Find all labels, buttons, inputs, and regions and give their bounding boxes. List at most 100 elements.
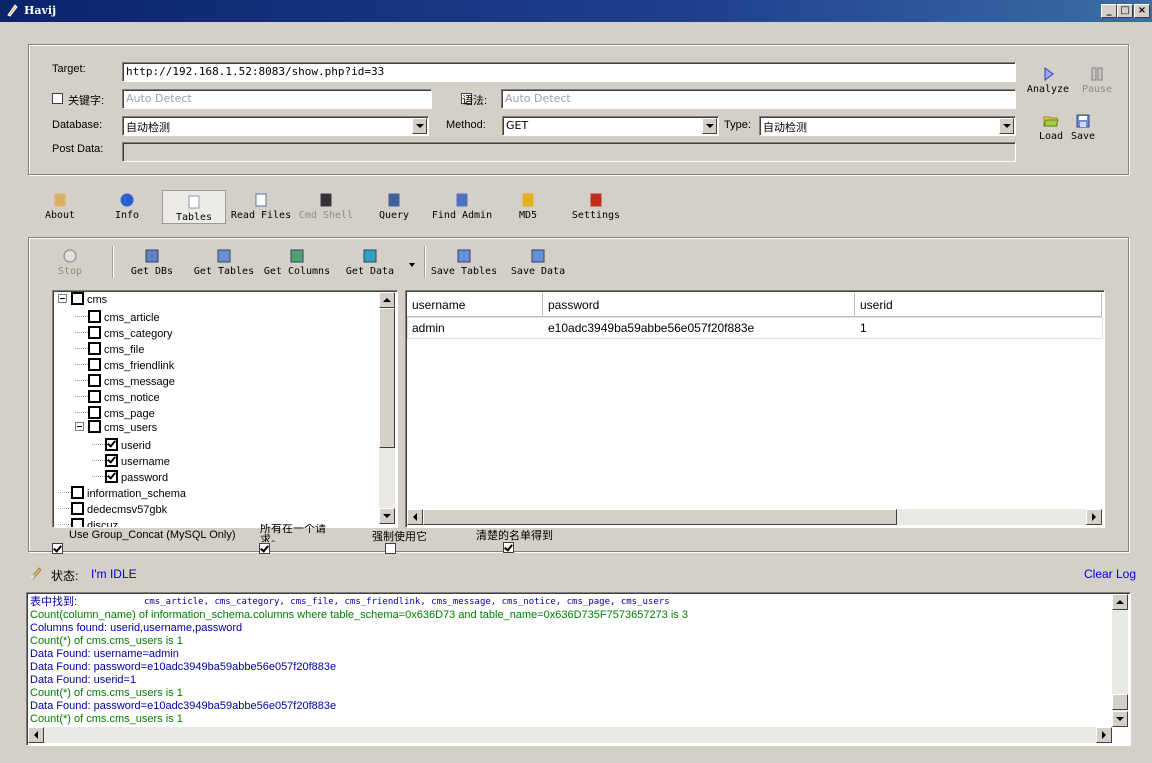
tree-checkbox[interactable] [88, 358, 101, 371]
tree-node[interactable]: cms [58, 292, 107, 308]
tree-node[interactable]: cms_file [75, 340, 144, 356]
tree-checkbox[interactable] [105, 438, 118, 451]
scroll-right-button[interactable] [1096, 727, 1112, 743]
analyze-button[interactable]: Analyze [1024, 66, 1072, 95]
log-vertical-scrollbar[interactable] [1112, 594, 1128, 727]
log-line: Columns found: userid,username,password [30, 622, 243, 634]
load-button[interactable]: Load [1036, 113, 1066, 142]
stop-button[interactable]: Stop [52, 248, 88, 277]
chevron-down-icon[interactable] [412, 118, 427, 134]
tree-vertical-scrollbar[interactable] [379, 292, 395, 524]
get-columns-button[interactable]: Get Columns [262, 248, 332, 277]
tree-node[interactable]: cms_users [75, 420, 157, 436]
scroll-thumb[interactable] [1112, 694, 1128, 710]
scroll-down-button[interactable] [1112, 711, 1128, 727]
tab-read-files[interactable]: Read Files [230, 192, 292, 221]
maximize-button[interactable]: □ [1117, 4, 1133, 18]
tab-about[interactable]: About [36, 192, 84, 221]
tree-checkbox[interactable] [105, 454, 118, 467]
tree-node[interactable]: userid [92, 436, 151, 452]
tab-tables[interactable]: Tables [162, 190, 226, 224]
tree-checkbox[interactable] [105, 470, 118, 483]
tab-md5[interactable]: MD5 [506, 192, 550, 221]
keyword-input[interactable]: Auto Detect [122, 89, 432, 109]
get-dbs-button[interactable]: Get DBs [126, 248, 178, 277]
tree-label: discuz [87, 520, 119, 528]
table-cell[interactable]: 1 [855, 318, 1102, 338]
method-select[interactable]: GET [502, 116, 719, 136]
tree-checkbox[interactable] [88, 420, 101, 433]
tree-checkbox[interactable] [88, 310, 101, 323]
tree-node[interactable]: cms_page [75, 404, 155, 420]
tree-checkbox[interactable] [71, 292, 84, 305]
database-tree[interactable]: cms cms_article cms_category cms_file cms_fr… [52, 290, 398, 528]
column-header[interactable]: username [407, 293, 543, 317]
tree-checkbox[interactable] [88, 342, 101, 355]
target-url-input[interactable]: http://192.168.1.52:8083/show.php?id=33 [122, 62, 1016, 82]
tree-node[interactable]: cms_category [75, 324, 172, 340]
tab-find-admin[interactable]: Find Admin [430, 192, 494, 221]
tree-node[interactable]: password [92, 468, 168, 484]
tree-node[interactable]: cms_notice [75, 388, 160, 404]
collapse-icon[interactable] [75, 422, 84, 431]
tree-node[interactable]: username [92, 452, 170, 468]
scroll-right-button[interactable] [1086, 509, 1102, 525]
syntax-input[interactable]: Auto Detect [501, 89, 1016, 109]
table-cell[interactable]: admin [407, 318, 543, 338]
close-button[interactable]: × [1134, 4, 1150, 18]
tab-settings[interactable]: Settings [568, 192, 624, 221]
clear-log-link[interactable]: Clear Log [1084, 567, 1136, 581]
tree-node[interactable]: discuz [58, 516, 119, 528]
tree-checkbox[interactable] [71, 486, 84, 499]
type-select[interactable]: 自动检测 [759, 116, 1016, 136]
scroll-down-button[interactable] [379, 508, 395, 524]
tree-checkbox[interactable] [71, 518, 84, 527]
title-bar[interactable]: Havij _ □ × [0, 0, 1152, 22]
keyword-checkbox[interactable] [52, 93, 63, 104]
tree-node[interactable]: dedecmsv57gbk [58, 500, 167, 516]
tree-node[interactable]: information_schema [58, 484, 186, 500]
tab-cmd-shell[interactable]: Cmd Shell [298, 192, 354, 221]
clear-list-checkbox[interactable] [502, 542, 514, 553]
save-tables-button[interactable]: Save Tables [428, 248, 500, 277]
get-data-button[interactable]: Get Data [342, 248, 398, 277]
tab-query[interactable]: Query [368, 192, 420, 221]
log-horizontal-scrollbar[interactable] [28, 727, 1112, 743]
tree-node[interactable]: cms_friendlink [75, 356, 174, 372]
collapse-icon[interactable] [58, 294, 67, 303]
tree-checkbox[interactable] [88, 390, 101, 403]
chevron-down-icon[interactable] [999, 118, 1014, 134]
save-data-button[interactable]: Save Data [506, 248, 570, 277]
scroll-up-button[interactable] [379, 292, 395, 308]
scroll-up-button[interactable] [1112, 594, 1128, 610]
scroll-thumb[interactable] [423, 509, 897, 525]
tree-checkbox[interactable] [88, 406, 101, 419]
chevron-down-icon[interactable] [702, 118, 717, 134]
scroll-left-button[interactable] [28, 727, 44, 743]
tree-checkbox[interactable] [88, 326, 101, 339]
log-panel[interactable]: 表中找到: Count(column_name) of information_s… [26, 592, 1131, 746]
pause-button[interactable]: Pause [1076, 66, 1118, 95]
scroll-left-button[interactable] [407, 509, 423, 525]
force-checkbox[interactable] [385, 543, 396, 554]
minimize-button[interactable]: _ [1101, 4, 1117, 18]
tree-checkbox[interactable] [71, 502, 84, 515]
group-concat-checkbox[interactable] [52, 543, 63, 554]
tree-node[interactable]: cms_message [75, 372, 175, 388]
data-grid[interactable]: username password userid admin e10adc3949ba… [405, 290, 1105, 528]
save-button[interactable]: Save [1068, 113, 1098, 142]
tab-info[interactable]: Info [103, 192, 151, 221]
column-header[interactable]: password [543, 293, 855, 317]
column-header[interactable]: userid [855, 293, 1102, 317]
get-tables-button[interactable]: Get Tables [192, 248, 256, 277]
all-in-one-checkbox[interactable] [258, 543, 270, 554]
tree-checkbox[interactable] [88, 374, 101, 387]
database-select[interactable]: 自动检测 [122, 116, 429, 136]
scroll-thumb[interactable] [379, 308, 395, 448]
grid-horizontal-scrollbar[interactable] [407, 509, 1102, 525]
get-data-dropdown-arrow[interactable] [409, 263, 415, 267]
postdata-input[interactable] [122, 142, 1016, 162]
table-cell[interactable]: e10adc3949ba59abbe56e057f20f883e [543, 318, 855, 338]
tree-node[interactable]: cms_article [75, 308, 160, 324]
arrow-down-icon [1116, 717, 1124, 721]
